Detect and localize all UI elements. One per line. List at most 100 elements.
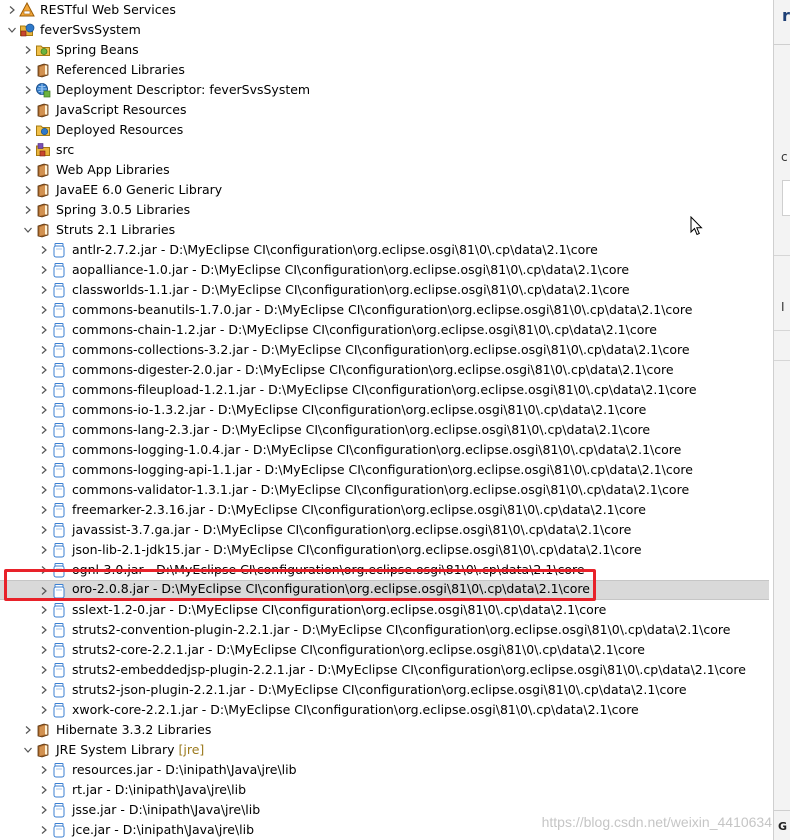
chevron-right-icon[interactable] — [23, 185, 33, 195]
tree-item[interactable]: Deployment Descriptor: feverSvsSystem — [0, 80, 769, 100]
tree-item-jar[interactable]: commons-collections-3.2.jar - D:\MyEclip… — [0, 340, 769, 360]
tree-item-jar[interactable]: struts2-core-2.2.1.jar - D:\MyEclipse CI… — [0, 640, 769, 660]
chevron-right-icon[interactable] — [39, 285, 49, 295]
tree-item[interactable]: Spring 3.0.5 Libraries — [0, 200, 769, 220]
chevron-right-icon[interactable] — [23, 105, 33, 115]
tree-item[interactable]: Deployed Resources — [0, 120, 769, 140]
tree-item-jar[interactable]: struts2-embeddedjsp-plugin-2.2.1.jar - D… — [0, 660, 769, 680]
panel-divider — [774, 330, 790, 331]
chevron-right-icon[interactable] — [39, 405, 49, 415]
tree-item-label: Deployment Descriptor: feverSvsSystem — [56, 80, 310, 100]
tree-item-jar[interactable]: classworlds-1.1.jar - D:\MyEclipse CI\co… — [0, 280, 769, 300]
chevron-down-icon[interactable] — [23, 745, 33, 755]
tree-item[interactable]: JRE System Library [jre] — [0, 740, 769, 760]
jar-icon — [51, 802, 67, 818]
tree-item[interactable]: JavaScript Resources — [0, 100, 769, 120]
chevron-right-icon[interactable] — [23, 205, 33, 215]
chevron-right-icon[interactable] — [23, 85, 33, 95]
tree-item-jar[interactable]: commons-io-1.3.2.jar - D:\MyEclipse CI\c… — [0, 400, 769, 420]
tree-item-jar[interactable]: commons-lang-2.3.jar - D:\MyEclipse CI\c… — [0, 420, 769, 440]
chevron-right-icon[interactable] — [7, 5, 17, 15]
tree-item-jar[interactable]: freemarker-2.3.16.jar - D:\MyEclipse CI\… — [0, 500, 769, 520]
item-name: commons-logging-1.0.4.jar — [72, 442, 241, 457]
tree-item-label: struts2-embeddedjsp-plugin-2.2.1.jar - D… — [72, 660, 746, 680]
tree-item-jar[interactable]: json-lib-2.1-jdk15.jar - D:\MyEclipse CI… — [0, 540, 769, 560]
chevron-right-icon[interactable] — [39, 265, 49, 275]
chevron-right-icon[interactable] — [39, 345, 49, 355]
tree-item-jar[interactable]: resources.jar - D:\inipath\Java\jre\lib — [0, 760, 769, 780]
tree-item-label: json-lib-2.1-jdk15.jar - D:\MyEclipse CI… — [72, 540, 642, 560]
web-project-icon — [19, 22, 35, 38]
chevron-right-icon[interactable] — [39, 385, 49, 395]
tree-item-jar[interactable]: commons-digester-2.0.jar - D:\MyEclipse … — [0, 360, 769, 380]
chevron-right-icon[interactable] — [39, 525, 49, 535]
chevron-right-icon[interactable] — [23, 165, 33, 175]
chevron-right-icon[interactable] — [39, 365, 49, 375]
chevron-right-icon[interactable] — [39, 485, 49, 495]
tree-item-jar[interactable]: commons-validator-1.3.1.jar - D:\MyEclip… — [0, 480, 769, 500]
item-name: commons-io-1.3.2.jar — [72, 402, 206, 417]
chevron-right-icon[interactable] — [39, 465, 49, 475]
tree-item-jar[interactable]: sslext-1.2-0.jar - D:\MyEclipse CI\confi… — [0, 600, 769, 620]
tree-item-jar[interactable]: rt.jar - D:\inipath\Java\jre\lib — [0, 780, 769, 800]
tree-item-jar[interactable]: commons-chain-1.2.jar - D:\MyEclipse CI\… — [0, 320, 769, 340]
tree-item[interactable]: JavaEE 6.0 Generic Library — [0, 180, 769, 200]
tree-item[interactable]: Hibernate 3.3.2 Libraries — [0, 720, 769, 740]
tree-item[interactable]: Struts 2.1 Libraries — [0, 220, 769, 240]
chevron-right-icon[interactable] — [39, 425, 49, 435]
tree-item-jar[interactable]: javassist-3.7.ga.jar - D:\MyEclipse CI\c… — [0, 520, 769, 540]
tree-item[interactable]: Web App Libraries — [0, 160, 769, 180]
chevron-right-icon[interactable] — [39, 305, 49, 315]
tree-item[interactable]: src — [0, 140, 769, 160]
chevron-right-icon[interactable] — [23, 45, 33, 55]
tree-item-jar[interactable]: commons-logging-api-1.1.jar - D:\MyEclip… — [0, 460, 769, 480]
library-icon — [35, 742, 51, 758]
chevron-right-icon[interactable] — [39, 705, 49, 715]
chevron-right-icon[interactable] — [39, 645, 49, 655]
chevron-right-icon[interactable] — [39, 825, 49, 835]
chevron-right-icon[interactable] — [39, 625, 49, 635]
jar-icon — [51, 562, 67, 578]
item-location: - D:\MyEclipse CI\configuration\org.ecli… — [143, 562, 585, 577]
chevron-right-icon[interactable] — [39, 245, 49, 255]
tree-item[interactable]: Referenced Libraries — [0, 60, 769, 80]
right-panel-field[interactable] — [782, 180, 790, 216]
tree-item-jar[interactable]: xwork-core-2.2.1.jar - D:\MyEclipse CI\c… — [0, 700, 769, 720]
chevron-right-icon[interactable] — [39, 505, 49, 515]
chevron-right-icon[interactable] — [23, 125, 33, 135]
tree-item-jar[interactable]: oro-2.0.8.jar - D:\MyEclipse CI\configur… — [0, 580, 769, 600]
tree-item[interactable]: RESTful Web Services — [0, 0, 769, 20]
tree-item-jar[interactable]: ognl-3.0.jar - D:\MyEclipse CI\configura… — [0, 560, 769, 580]
package-explorer-tree[interactable]: RESTful Web Services feverSvsSystem Spring… — [0, 0, 773, 840]
tree-item-jar[interactable]: struts2-json-plugin-2.2.1.jar - D:\MyEcl… — [0, 680, 769, 700]
chevron-right-icon[interactable] — [39, 805, 49, 815]
chevron-right-icon[interactable] — [39, 765, 49, 775]
chevron-right-icon[interactable] — [39, 785, 49, 795]
item-location: - D:\MyEclipse CI\configuration\org.ecli… — [245, 682, 687, 697]
chevron-right-icon[interactable] — [39, 605, 49, 615]
tree-item-jar[interactable]: commons-beanutils-1.7.0.jar - D:\MyEclip… — [0, 300, 769, 320]
chevron-right-icon[interactable] — [39, 565, 49, 575]
chevron-down-icon[interactable] — [7, 25, 17, 35]
tree-item-jar[interactable]: commons-fileupload-1.2.1.jar - D:\MyEcli… — [0, 380, 769, 400]
tree-item-jar[interactable]: commons-logging-1.0.4.jar - D:\MyEclipse… — [0, 440, 769, 460]
item-decoration: [jre] — [174, 742, 205, 757]
chevron-right-icon[interactable] — [23, 65, 33, 75]
chevron-right-icon[interactable] — [39, 685, 49, 695]
chevron-right-icon[interactable] — [39, 325, 49, 335]
chevron-right-icon[interactable] — [39, 665, 49, 675]
tree-item[interactable]: Spring Beans — [0, 40, 769, 60]
tree-item-jar[interactable]: struts2-convention-plugin-2.2.1.jar - D:… — [0, 620, 769, 640]
chevron-right-icon[interactable] — [23, 145, 33, 155]
chevron-right-icon[interactable] — [39, 445, 49, 455]
chevron-right-icon[interactable] — [39, 545, 49, 555]
tree-item-jar[interactable]: aopalliance-1.0.jar - D:\MyEclipse CI\co… — [0, 260, 769, 280]
item-name: struts2-core-2.2.1.jar — [72, 642, 204, 657]
chevron-down-icon[interactable] — [23, 225, 33, 235]
item-name: oro-2.0.8.jar — [72, 581, 149, 596]
chevron-right-icon[interactable] — [23, 725, 33, 735]
chevron-right-icon[interactable] — [39, 586, 49, 596]
item-name: antlr-2.7.2.jar — [72, 242, 157, 257]
tree-item[interactable]: feverSvsSystem — [0, 20, 769, 40]
tree-item-jar[interactable]: antlr-2.7.2.jar - D:\MyEclipse CI\config… — [0, 240, 769, 260]
